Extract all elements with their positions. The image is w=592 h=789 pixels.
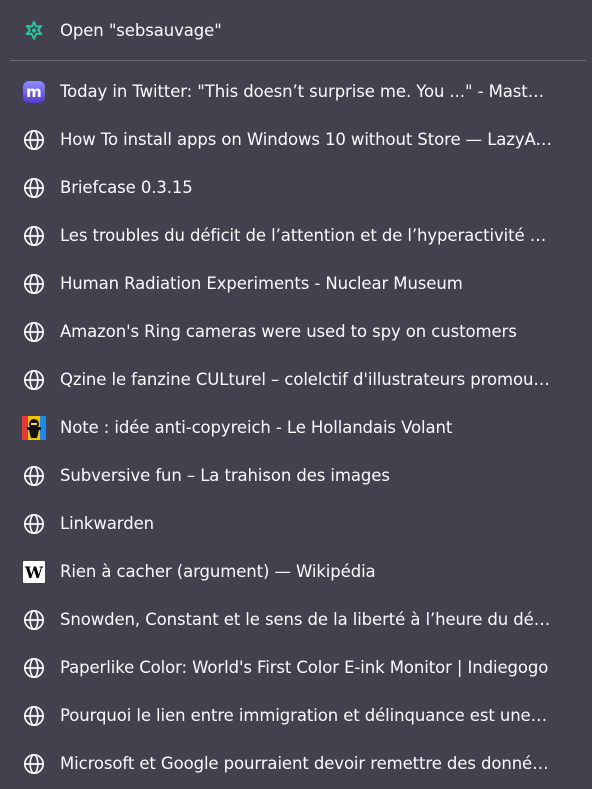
open-sebsauvage-action[interactable]: Open "sebsauvage" [10,11,586,51]
mastodon-icon: m [22,80,46,104]
globe-icon [22,656,46,680]
history-item-title: Amazon's Ring cameras were used to spy o… [60,322,517,341]
history-item[interactable]: Qzine le fanzine CULturel – colelctif d'… [10,360,586,400]
history-item-title: Les troubles du déficit de l’attention e… [60,226,552,245]
history-item[interactable]: Microsoft et Google pourraient devoir re… [10,744,586,784]
globe-icon [22,320,46,344]
history-item[interactable]: m Today in Twitter: "This doesn’t surpri… [10,72,586,112]
history-item-title: Human Radiation Experiments - Nuclear Mu… [60,274,463,293]
globe-icon [22,224,46,248]
history-item[interactable]: W Rien à cacher (argument) — Wikipédia [10,552,586,592]
globe-icon [22,272,46,296]
history-item[interactable]: Paperlike Color: World's First Color E-i… [10,648,586,688]
history-item[interactable]: Pourquoi le lien entre immigration et dé… [10,696,586,736]
globe-icon [22,608,46,632]
history-item-title: Note : idée anti-copyreich - Le Hollanda… [60,418,453,437]
wikipedia-icon: W [22,560,46,584]
history-item-title: Rien à cacher (argument) — Wikipédia [60,562,376,581]
url-bar-dropdown: Open "sebsauvage" m Today in Twitter: "T… [0,0,592,789]
history-item[interactable]: Linkwarden [10,504,586,544]
history-item-title: Today in Twitter: "This doesn’t surprise… [60,82,552,101]
history-item[interactable]: Amazon's Ring cameras were used to spy o… [10,312,586,352]
history-item-title: Subversive fun – La trahison des images [60,466,390,485]
history-item-title: Linkwarden [60,514,154,533]
history-item[interactable]: How To install apps on Windows 10 withou… [10,120,586,160]
history-item-title: Paperlike Color: World's First Color E-i… [60,658,549,677]
history-item-title: Briefcase 0.3.15 [60,178,193,197]
history-item-title: Microsoft et Google pourraient devoir re… [60,754,552,773]
extension-puzzle-icon [22,19,46,43]
history-item[interactable]: Briefcase 0.3.15 [10,168,586,208]
history-item-title: How To install apps on Windows 10 withou… [60,130,552,149]
globe-icon [22,752,46,776]
history-item[interactable]: Les troubles du déficit de l’attention e… [10,216,586,256]
globe-icon [22,176,46,200]
hollandais-volant-icon [22,416,46,440]
globe-icon [22,368,46,392]
history-item[interactable]: Subversive fun – La trahison des images [10,456,586,496]
history-item-title: Qzine le fanzine CULturel – colelctif d'… [60,370,552,389]
globe-icon [22,464,46,488]
history-item-title: Snowden, Constant et le sens de la liber… [60,610,552,629]
globe-icon [22,128,46,152]
history-item[interactable]: Snowden, Constant et le sens de la liber… [10,600,586,640]
history-item[interactable]: Note : idée anti-copyreich - Le Hollanda… [10,408,586,448]
open-action-label: Open "sebsauvage" [60,21,222,40]
globe-icon [22,512,46,536]
separator [10,60,586,61]
history-item[interactable]: Human Radiation Experiments - Nuclear Mu… [10,264,586,304]
globe-icon [22,704,46,728]
history-item-title: Pourquoi le lien entre immigration et dé… [60,706,552,725]
